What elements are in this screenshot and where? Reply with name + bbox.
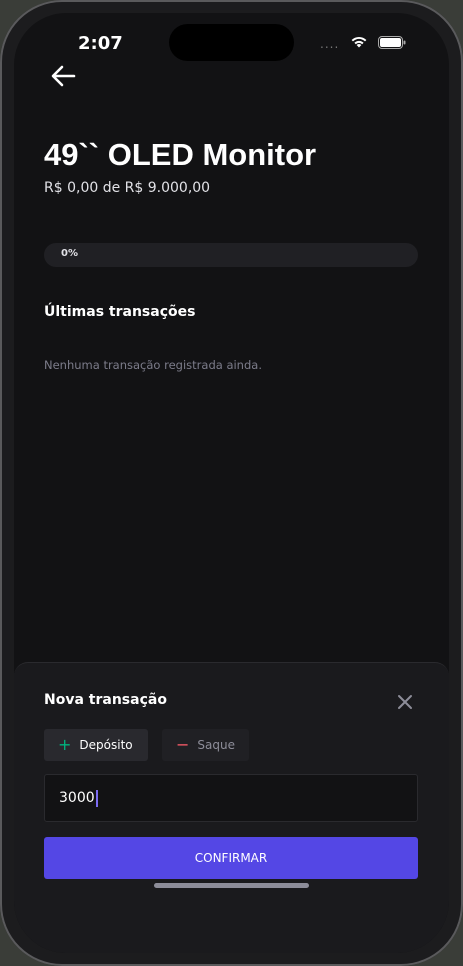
- battery-icon: [378, 36, 406, 49]
- transactions-empty-text: Nenhuma transação registrada ainda.: [44, 358, 262, 372]
- text-caret: [95, 789, 98, 807]
- goal-title: 49`` OLED Monitor: [44, 137, 317, 172]
- goal-progress-bar: 0%: [44, 243, 418, 267]
- signal-icon: ....: [320, 37, 340, 51]
- progress-label: 0%: [61, 248, 78, 259]
- home-indicator[interactable]: [154, 883, 309, 888]
- status-time: 2:07: [78, 33, 123, 54]
- dynamic-island: [169, 24, 294, 61]
- app-screen: 2:07 .... 49`` OLED Monitor R$ 0,00 de R…: [14, 13, 449, 953]
- withdraw-button[interactable]: − Saque: [162, 729, 249, 761]
- back-arrow-icon[interactable]: [48, 61, 78, 91]
- transactions-title: Últimas transações: [44, 304, 196, 320]
- wifi-icon: [351, 36, 367, 48]
- new-transaction-sheet: Nova transação + Depósito − Saque 3000 C…: [14, 662, 449, 953]
- deposit-label: Depósito: [79, 738, 133, 752]
- confirm-label: CONFIRMAR: [194, 851, 268, 865]
- withdraw-label: Saque: [197, 738, 235, 752]
- confirm-button[interactable]: CONFIRMAR: [44, 837, 418, 879]
- minus-icon: −: [176, 735, 190, 754]
- plus-icon: +: [58, 735, 72, 754]
- amount-input-value: 3000: [59, 790, 95, 806]
- deposit-button[interactable]: + Depósito: [44, 729, 148, 761]
- close-icon[interactable]: [396, 693, 414, 711]
- phone-frame: 2:07 .... 49`` OLED Monitor R$ 0,00 de R…: [0, 0, 463, 966]
- amount-input[interactable]: 3000: [44, 774, 418, 822]
- goal-amount: R$ 0,00 de R$ 9.000,00: [44, 180, 211, 196]
- sheet-title: Nova transação: [44, 692, 167, 708]
